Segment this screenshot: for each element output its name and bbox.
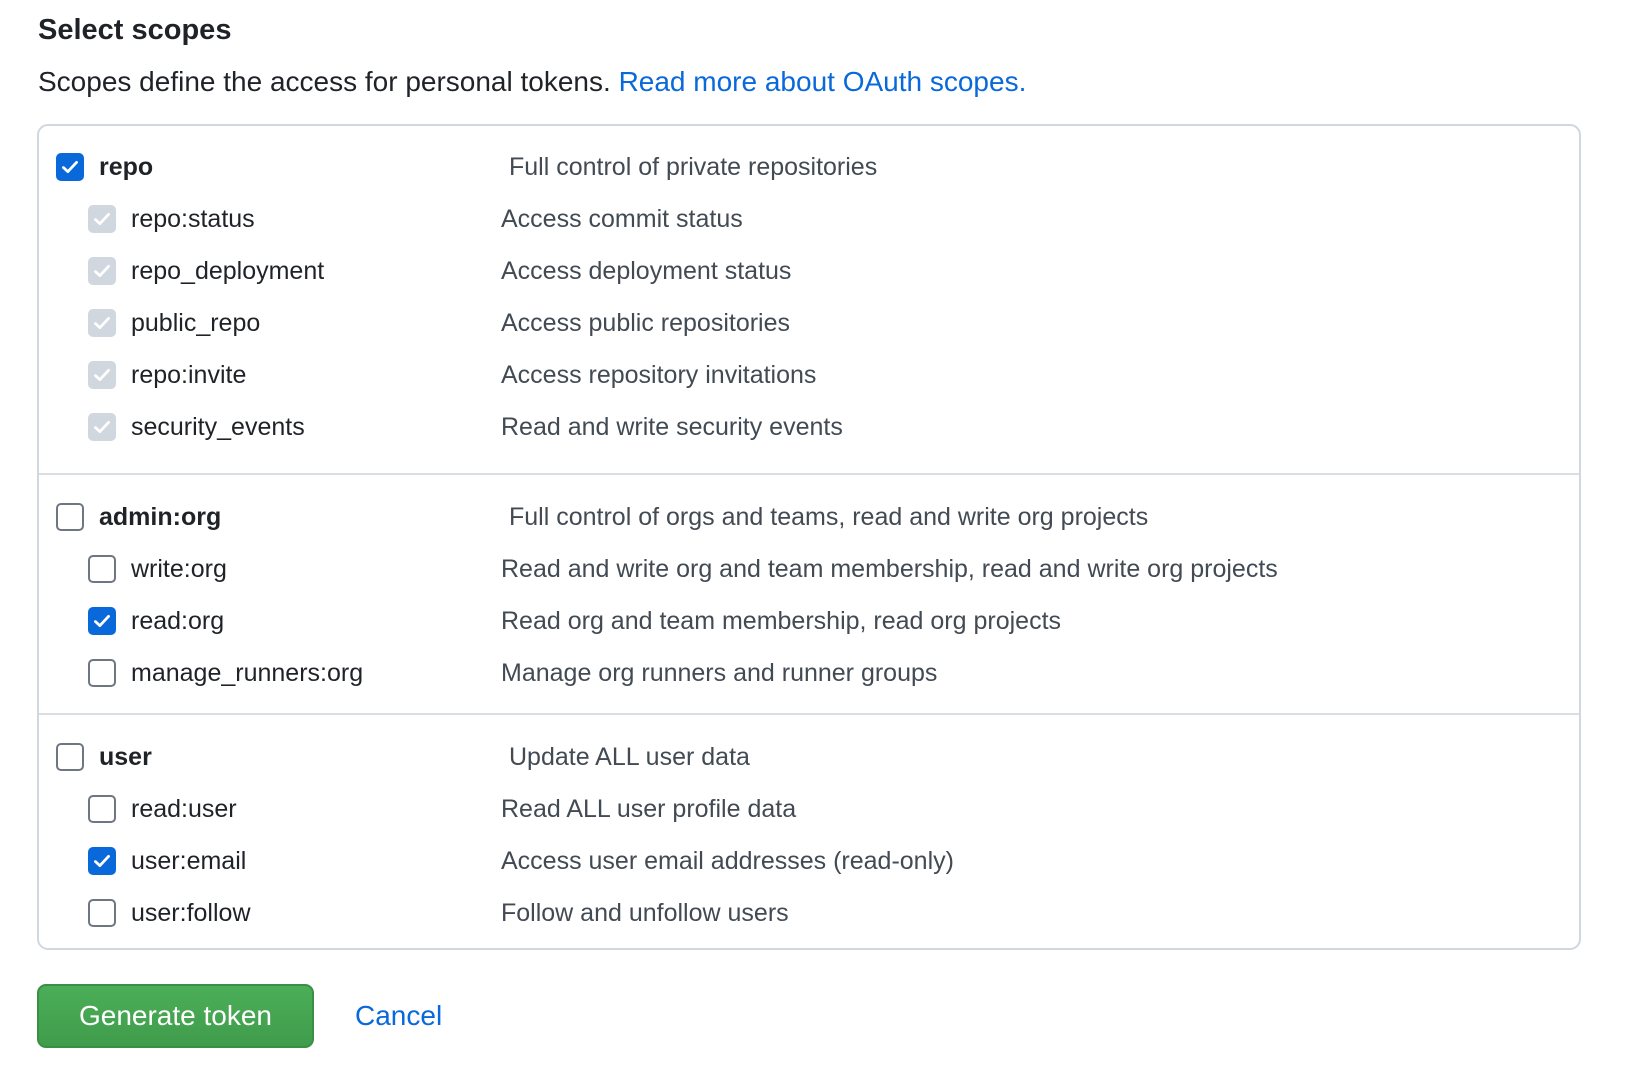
scope-description: Access user email addresses (read-only) (501, 847, 954, 875)
checkbox-read-org[interactable] (88, 607, 116, 635)
scope-description: Full control of orgs and teams, read and… (509, 503, 1149, 531)
check-icon (94, 264, 110, 278)
check-icon (94, 854, 110, 868)
scope-row-admin-org[interactable]: admin:org Full control of orgs and teams… (39, 497, 1579, 537)
scope-row-user-email[interactable]: user:email Access user email addresses (… (39, 841, 1579, 881)
scope-row-security-events: security_events Read and write security … (39, 407, 1579, 447)
scope-row-public-repo: public_repo Access public repositories (39, 303, 1579, 343)
scope-name: security_events (131, 413, 305, 441)
scope-description: Access repository invitations (501, 361, 817, 389)
scope-description: Follow and unfollow users (501, 899, 789, 927)
check-icon (94, 420, 110, 434)
scope-description: Access public repositories (501, 309, 791, 337)
scope-row-repo-deployment: repo_deployment Access deployment status (39, 251, 1579, 291)
scope-name: repo_deployment (131, 257, 325, 285)
scope-list: repo Full control of private repositorie… (37, 124, 1581, 950)
intro-text: Scopes define the access for personal to… (38, 62, 1026, 102)
group-divider (39, 713, 1579, 715)
check-icon (94, 316, 110, 330)
intro-description: Scopes define the access for personal to… (38, 66, 619, 97)
checkbox-write-org[interactable] (88, 555, 116, 583)
scope-description: Read ALL user profile data (501, 795, 797, 823)
scope-row-write-org[interactable]: write:org Read and write org and team me… (39, 549, 1579, 589)
scope-name: user:follow (131, 899, 251, 927)
scope-description: Read org and team membership, read org p… (501, 607, 1062, 635)
check-icon (94, 368, 110, 382)
scope-name: user (99, 743, 152, 771)
scope-name: repo:invite (131, 361, 247, 389)
checkbox-repo-deployment (88, 257, 116, 285)
scope-description: Read and write org and team membership, … (501, 555, 1278, 583)
checkbox-repo-status (88, 205, 116, 233)
scope-row-user[interactable]: user Update ALL user data (39, 737, 1579, 777)
scope-name: read:org (131, 607, 225, 635)
scope-row-repo-invite: repo:invite Access repository invitation… (39, 355, 1579, 395)
checkbox-repo-invite (88, 361, 116, 389)
checkbox-repo[interactable] (56, 153, 84, 181)
scope-name: repo:status (131, 205, 255, 233)
scope-name: public_repo (131, 309, 261, 337)
scope-name: admin:org (99, 503, 222, 531)
scope-description: Manage org runners and runner groups (501, 659, 938, 687)
scope-row-user-follow[interactable]: user:follow Follow and unfollow users (39, 893, 1579, 933)
oauth-scopes-link[interactable]: Read more about OAuth scopes. (619, 66, 1027, 97)
checkbox-user-follow[interactable] (88, 899, 116, 927)
scope-row-read-user[interactable]: read:user Read ALL user profile data (39, 789, 1579, 829)
scope-name: user:email (131, 847, 247, 875)
scope-name: read:user (131, 795, 237, 823)
scope-name: write:org (131, 555, 227, 583)
scope-description: Read and write security events (501, 413, 843, 441)
scope-description: Update ALL user data (509, 743, 750, 771)
check-icon (94, 614, 110, 628)
scope-description: Access commit status (501, 205, 743, 233)
scope-row-repo-status: repo:status Access commit status (39, 199, 1579, 239)
scope-name: manage_runners:org (131, 659, 364, 687)
check-icon (94, 212, 110, 226)
scope-row-manage-runners-org[interactable]: manage_runners:org Manage org runners an… (39, 653, 1579, 693)
scope-row-read-org[interactable]: read:org Read org and team membership, r… (39, 601, 1579, 641)
group-divider (39, 473, 1579, 475)
checkbox-read-user[interactable] (88, 795, 116, 823)
checkbox-admin-org[interactable] (56, 503, 84, 531)
checkbox-security-events (88, 413, 116, 441)
scope-description: Access deployment status (501, 257, 792, 285)
section-heading: Select scopes (38, 14, 232, 46)
check-icon (62, 160, 78, 174)
scope-row-repo[interactable]: repo Full control of private repositorie… (39, 147, 1579, 187)
generate-token-button[interactable]: Generate token (37, 984, 314, 1048)
checkbox-public-repo (88, 309, 116, 337)
checkbox-user[interactable] (56, 743, 84, 771)
scope-name: repo (99, 153, 154, 181)
scope-description: Full control of private repositories (509, 153, 878, 181)
checkbox-user-email[interactable] (88, 847, 116, 875)
cancel-button[interactable]: Cancel (355, 996, 442, 1036)
checkbox-manage-runners-org[interactable] (88, 659, 116, 687)
